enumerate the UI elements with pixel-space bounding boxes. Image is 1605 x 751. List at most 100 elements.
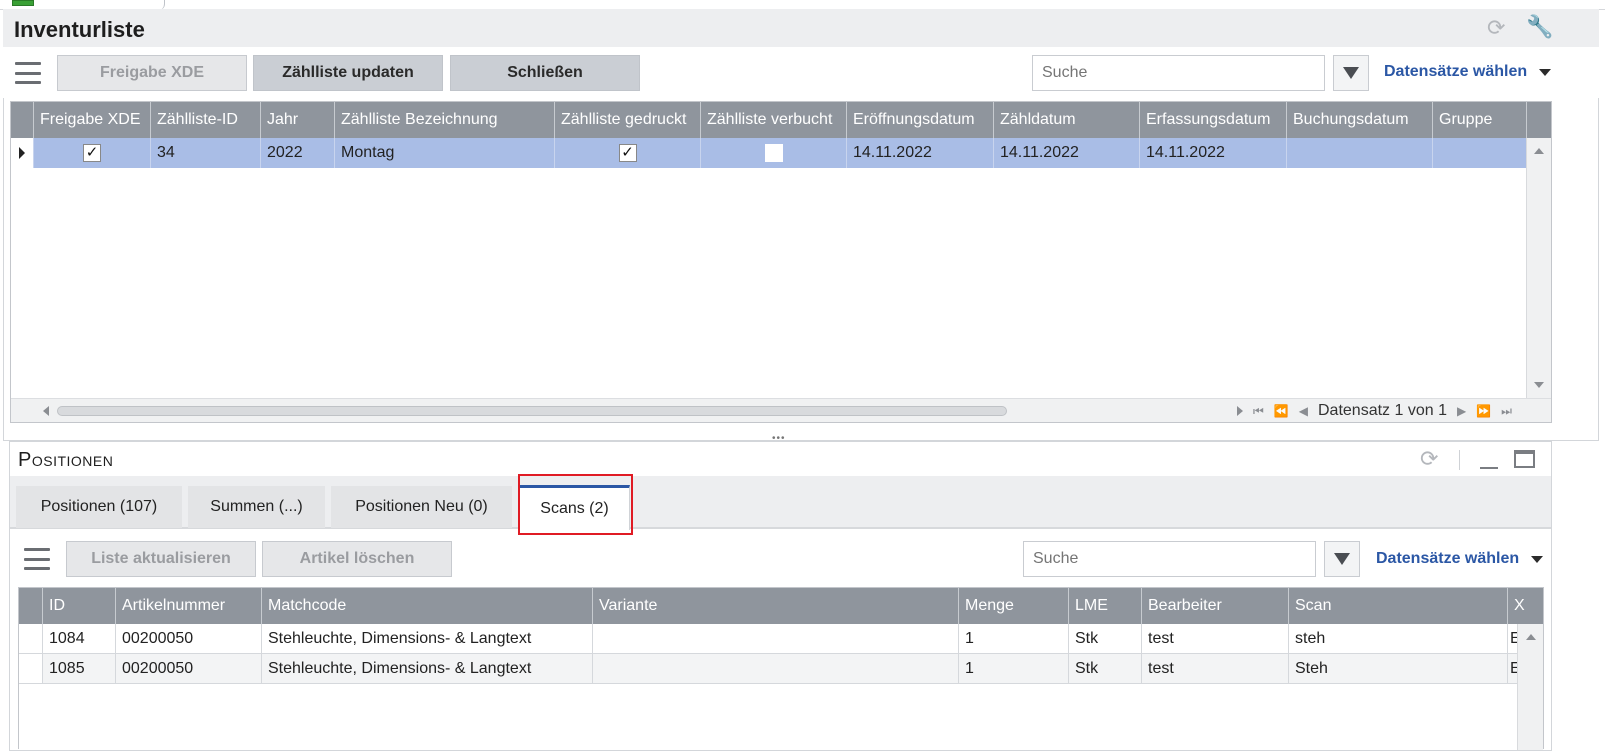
verbucht-cell[interactable] xyxy=(701,138,847,168)
row-indicator-header xyxy=(11,102,34,138)
row-indicator[interactable] xyxy=(19,654,43,683)
column-header[interactable]: Zählliste verbucht xyxy=(701,102,847,138)
variante-cell xyxy=(593,624,959,653)
scan-cell: Steh xyxy=(1289,654,1508,683)
column-header[interactable]: Zählliste gedruckt xyxy=(555,102,701,138)
table-row[interactable]: ✓ 34 2022 Montag ✓ 14.11.2022 14.11.2022… xyxy=(11,138,1527,168)
filter-button[interactable] xyxy=(1333,55,1369,91)
column-header[interactable]: X xyxy=(1508,588,1543,624)
column-header[interactable]: Freigabe XDE xyxy=(34,102,151,138)
id-cell: 1084 xyxy=(43,624,116,653)
column-header[interactable]: Buchungsdatum xyxy=(1287,102,1433,138)
liste-aktualisieren-button[interactable]: Liste aktualisieren xyxy=(66,541,256,577)
zaehlliste-id-cell: 34 xyxy=(151,138,261,168)
column-header[interactable]: Variante xyxy=(593,588,959,624)
column-header[interactable]: Eröffnungsdatum xyxy=(847,102,994,138)
variante-cell xyxy=(593,654,959,683)
checkbox-unchecked[interactable] xyxy=(764,143,783,162)
gruppe-cell xyxy=(1433,138,1527,168)
buchungsdatum-cell xyxy=(1287,138,1433,168)
column-header[interactable]: Scan xyxy=(1289,588,1508,624)
scroll-right-icon[interactable] xyxy=(1237,406,1243,416)
column-header[interactable]: Jahr xyxy=(261,102,335,138)
chevron-down-icon xyxy=(1531,555,1544,563)
datensaetze-waehlen-label: Datensätze wählen xyxy=(1376,550,1520,567)
row-indicator[interactable] xyxy=(19,624,43,653)
artikel-loeschen-button[interactable]: Artikel löschen xyxy=(262,541,452,577)
datensaetze-waehlen-dropdown[interactable]: Datensätze wählen xyxy=(1384,63,1552,81)
pager-status: Datensatz 1 von 1 xyxy=(1318,402,1447,419)
current-row-arrow-icon xyxy=(19,147,25,159)
next-page-icon[interactable]: ▶ xyxy=(1457,404,1466,418)
scroll-up-icon[interactable] xyxy=(1534,148,1544,154)
column-header[interactable]: ID xyxy=(43,588,116,624)
matchcode-cell: Stehleuchte, Dimensions- & Langtext xyxy=(262,654,593,683)
menge-cell: 1 xyxy=(959,654,1069,683)
menu-icon[interactable] xyxy=(24,548,50,570)
column-header[interactable]: Zähldatum xyxy=(994,102,1140,138)
minimize-icon[interactable] xyxy=(1480,467,1498,469)
column-header[interactable]: Zählliste Bezeichnung xyxy=(335,102,555,138)
wrench-icon[interactable]: 🔧 xyxy=(1526,14,1553,40)
column-header[interactable]: Artikelnummer xyxy=(116,588,262,624)
zaehlliste-updaten-button[interactable]: Zählliste updaten xyxy=(253,55,443,91)
tab-summen[interactable]: Summen (...) xyxy=(188,486,325,528)
next-page-group-icon[interactable]: ⏩ xyxy=(1476,404,1491,418)
refresh-icon[interactable]: ⟳ xyxy=(1420,446,1438,472)
titlebar-divider xyxy=(1459,450,1460,470)
prev-page-group-icon[interactable]: ⏪ xyxy=(1274,404,1289,418)
datensaetze-waehlen-dropdown[interactable]: Datensätze wählen xyxy=(1376,550,1544,568)
table-row[interactable]: 1085 00200050 Stehleuchte, Dimensions- &… xyxy=(19,654,1517,684)
menu-icon[interactable] xyxy=(15,62,41,84)
checkbox-checked[interactable]: ✓ xyxy=(618,143,637,162)
bearbeiter-cell: test xyxy=(1142,654,1289,683)
filter-button[interactable] xyxy=(1324,541,1360,577)
tab-positionen[interactable]: Positionen (107) xyxy=(16,486,182,528)
search-input[interactable] xyxy=(1032,55,1325,91)
inventurliste-grid: Freigabe XDE Zählliste-ID Jahr Zählliste… xyxy=(10,101,1552,423)
checkbox-checked[interactable]: ✓ xyxy=(83,143,101,162)
column-header[interactable]: LME xyxy=(1069,588,1142,624)
schliessen-button[interactable]: Schließen xyxy=(450,55,640,91)
grid-header-row: ID Artikelnummer Matchcode Variante Meng… xyxy=(19,588,1543,624)
scroll-up-icon[interactable] xyxy=(1526,634,1536,640)
filter-icon xyxy=(1343,67,1359,79)
header-filler xyxy=(1527,102,1551,138)
freigabe-xde-cell[interactable]: ✓ xyxy=(34,138,151,168)
x-cell: E xyxy=(1510,660,1517,677)
scroll-left-icon[interactable] xyxy=(43,406,49,416)
app-logo-icon xyxy=(12,0,34,6)
column-header[interactable]: Zählliste-ID xyxy=(151,102,261,138)
freigabe-xde-button[interactable]: Freigabe XDE xyxy=(57,55,247,91)
inventurliste-toolbar: Freigabe XDE Zählliste updaten Schließen… xyxy=(3,47,1599,98)
last-page-icon[interactable]: ⏭ xyxy=(1501,404,1512,419)
prev-page-icon[interactable]: ◀ xyxy=(1299,404,1308,418)
zaehldatum-cell: 14.11.2022 xyxy=(994,138,1140,168)
first-page-icon[interactable]: ⏮ xyxy=(1253,404,1264,419)
tab-positionen-neu[interactable]: Positionen Neu (0) xyxy=(331,486,512,528)
x-cell: E xyxy=(1510,630,1517,647)
scan-cell: steh xyxy=(1289,624,1508,653)
bezeichnung-cell: Montag xyxy=(335,138,555,168)
artikelnummer-cell: 00200050 xyxy=(116,654,262,683)
scroll-down-icon[interactable] xyxy=(1534,382,1544,388)
gedruckt-cell[interactable]: ✓ xyxy=(555,138,701,168)
refresh-icon[interactable]: ⟳ xyxy=(1487,15,1505,41)
chevron-down-icon xyxy=(1539,68,1552,76)
column-header[interactable]: Gruppe xyxy=(1433,102,1527,138)
vertical-scrollbar[interactable] xyxy=(1526,138,1551,398)
lme-cell: Stk xyxy=(1069,654,1142,683)
row-indicator[interactable] xyxy=(11,138,34,168)
search-input[interactable] xyxy=(1023,541,1316,577)
vertical-scrollbar[interactable] xyxy=(1517,624,1543,750)
menge-cell: 1 xyxy=(959,624,1069,653)
column-header[interactable]: Erfassungsdatum xyxy=(1140,102,1287,138)
horizontal-scrollbar-thumb[interactable] xyxy=(57,406,1007,416)
table-row[interactable]: 1084 00200050 Stehleuchte, Dimensions- &… xyxy=(19,624,1517,654)
column-header[interactable]: Matchcode xyxy=(262,588,593,624)
column-header[interactable]: Bearbeiter xyxy=(1142,588,1289,624)
column-header[interactable]: Menge xyxy=(959,588,1069,624)
maximize-icon[interactable] xyxy=(1514,450,1535,468)
artikelnummer-cell: 00200050 xyxy=(116,624,262,653)
filter-icon xyxy=(1334,553,1350,565)
